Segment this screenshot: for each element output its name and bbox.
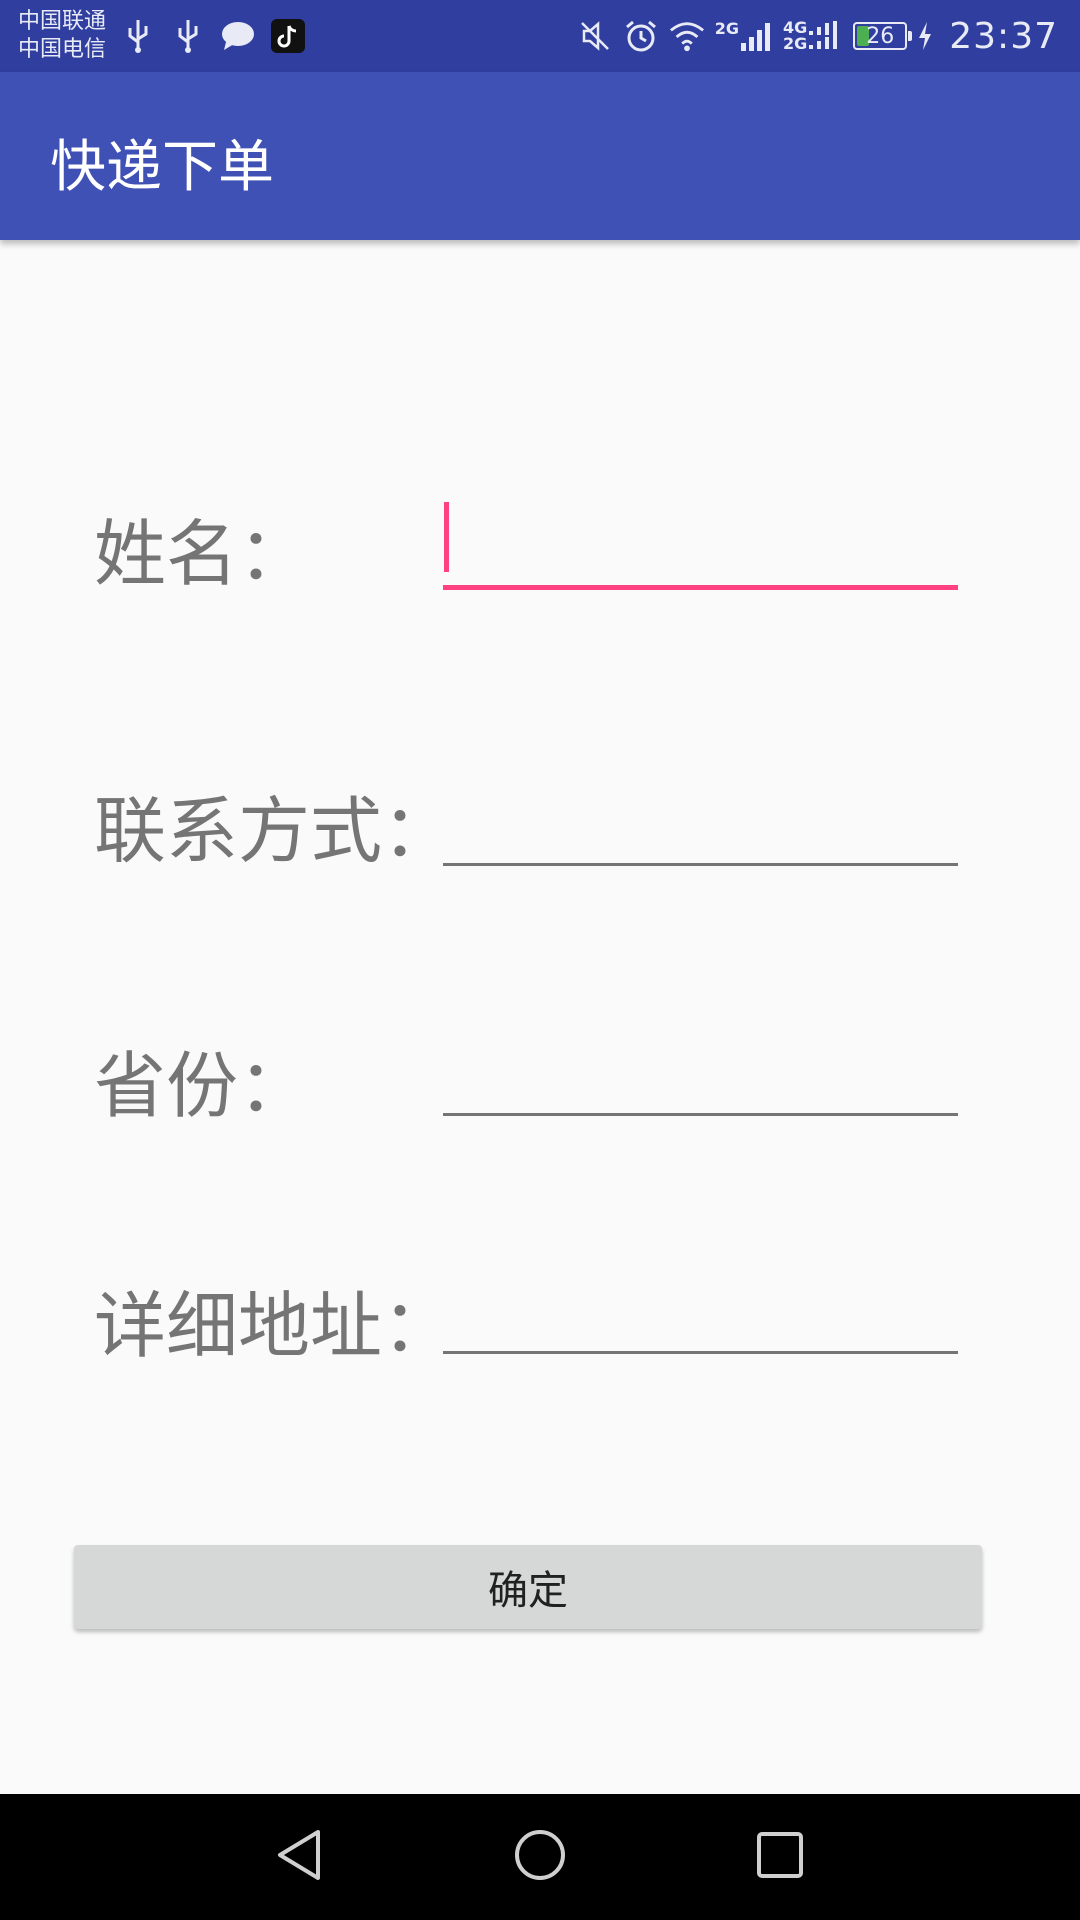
recents-button[interactable] [745,1822,815,1892]
text-caret [444,502,449,572]
battery-icon: 26 [853,22,913,50]
signal-4g-icon: 4G 2G [783,20,843,52]
carrier-name-2: 中国电信 [18,37,107,62]
signal-2g-icon: 2G [715,21,773,51]
page-title: 快递下单 [50,135,274,200]
confirm-button[interactable]: 确定 [74,1545,982,1629]
contact-input[interactable] [443,796,958,866]
contact-label: 联系方式： [94,789,455,873]
carrier-name-1: 中国联通 [18,9,107,34]
notification-icons [120,16,306,56]
charging-icon [917,16,933,56]
navigation-bar [0,1794,1080,1920]
tiktok-icon [270,16,306,56]
address-input[interactable] [443,1284,958,1354]
system-status: 2G 4G 2G 26 23:37 [577,14,1058,58]
usb-icon [120,16,156,56]
home-button[interactable] [505,1822,575,1892]
name-label: 姓名： [94,512,311,596]
province-label: 省份： [94,1044,311,1128]
app-bar: 快递下单 [0,72,1080,240]
province-input[interactable] [443,1046,958,1116]
alarm-icon [623,16,659,56]
back-icon [274,1828,324,1886]
name-input[interactable] [443,520,958,590]
home-icon [513,1828,567,1886]
back-button[interactable] [264,1822,334,1892]
address-label: 详细地址： [94,1284,455,1368]
status-bar: 中国联通 中国电信 2G 4G 2G 26 23:37 [0,0,1080,72]
usb-icon [170,16,206,56]
clock: 23:37 [949,15,1058,57]
wifi-icon [669,16,705,56]
mute-icon [577,16,613,56]
recents-icon [755,1830,805,1884]
carrier-info: 中国联通 中国电信 [18,8,106,64]
message-icon [220,16,256,56]
